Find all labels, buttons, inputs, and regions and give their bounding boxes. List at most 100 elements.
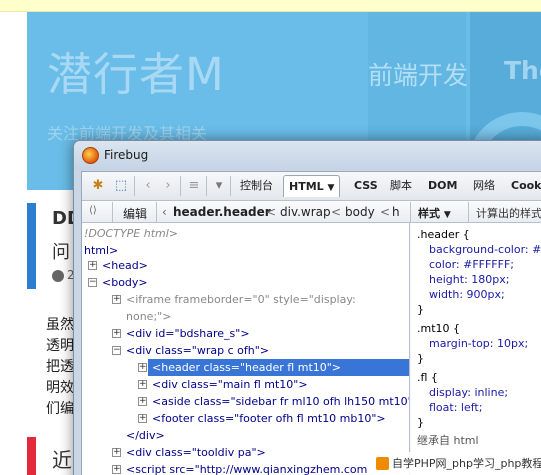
breadcrumb-item-body[interactable]: body [345,205,375,219]
site-topbar [0,0,541,12]
script-node[interactable]: <script src="http://www.qianxingzhem.com [126,461,367,475]
tab-script[interactable]: 脚本 [390,175,412,197]
collapse-twisty-icon[interactable]: − [88,278,97,287]
firebug-breadcrumb-bar: ⟨⟩ 编辑 ‹ header.header < div.wrap < body … [82,201,541,223]
div-close-tag: </div> [126,429,165,442]
css-property[interactable]: display: inline; [429,385,508,400]
accent-bar-blue [27,203,36,289]
collapse-twisty-icon[interactable]: − [112,346,121,355]
body-text-line: 透明 [46,338,74,354]
breadcrumb-separator: < [331,205,342,219]
firebug-bug-icon[interactable]: ✱ [88,177,108,195]
site-logo[interactable]: 潜行者M [47,38,225,103]
toolbar-separator [180,176,181,196]
body-node[interactable]: <body> [102,274,148,291]
tab-net[interactable]: 网络 [473,175,495,197]
toolbar-separator [156,202,157,222]
article-title-line2[interactable]: 问 [52,238,70,264]
tab-dom[interactable]: DOM [428,175,457,197]
toolbar-separator [230,176,231,196]
back-icon[interactable]: ‹ [140,177,156,195]
tab-html[interactable]: HTML ▼ [283,175,341,197]
firebug-titlebar[interactable]: Firebug [74,141,541,170]
css-property[interactable]: margin-top: 10px; [429,336,528,351]
toolbar-separator [468,202,469,222]
doctype-line: !DOCTYPE html> [84,227,179,240]
edit-button[interactable]: 编辑 [123,205,147,222]
clock-icon [52,270,64,282]
breadcrumb-item-div-wrap[interactable]: div.wrap [280,205,331,219]
tab-html-label: HTML [289,180,324,193]
main-node[interactable]: <div class="main fl mt10"> [152,376,308,393]
window-title: Firebug [104,148,149,162]
side-tab-style[interactable]: 样式 ▼ [418,205,451,221]
css-property[interactable]: float: left; [429,400,482,415]
expand-twisty-icon[interactable]: + [112,329,121,338]
css-property[interactable]: color: #FFFFFF; [429,257,514,272]
css-selector[interactable]: .fl { [417,370,438,385]
expand-twisty-icon[interactable]: + [112,295,121,304]
screenshot-root: 潜行者M 关注前端开发及其相关 前端开发 The DD 问 2 虽然 透明 把透… [0,0,541,475]
breadcrumb-item-header[interactable]: header.header [173,205,271,219]
expand-twisty-icon[interactable]: + [138,363,147,372]
style-side-panel: .header { background-color: #1 color: #F… [411,223,541,475]
iframe-node-cont: none;"> [126,310,172,323]
iframe-node[interactable]: <iframe frameborder="0" style="display: [126,291,356,308]
panel-divider [410,202,411,222]
breadcrumb-scroll-left-icon[interactable]: ‹ [162,205,167,219]
side-tab-computed[interactable]: 计算出的样式 [476,205,541,221]
css-selector[interactable]: .mt10 { [417,321,460,336]
toolbar-separator [134,176,135,196]
head-node[interactable]: <head> [102,257,148,274]
expand-twisty-icon[interactable]: + [88,261,97,270]
tab-cookies[interactable]: Cooki [511,175,541,197]
aside-node[interactable]: <aside class="sidebar fr ml10 ofh lh150 … [152,393,409,410]
expand-twisty-icon[interactable]: + [138,397,147,406]
expand-twisty-icon[interactable]: + [138,380,147,389]
firebug-panel: ✱ ⬚ ‹ › ≡ ▾ 控制台 HTML ▼ CSS 脚本 DOM 网络 Coo… [81,171,541,475]
forward-icon[interactable]: › [160,177,176,195]
nav-item-frontend[interactable]: 前端开发 [368,12,468,142]
firebug-toolbar: ✱ ⬚ ‹ › ≡ ▾ 控制台 HTML ▼ CSS 脚本 DOM 网络 Coo… [82,172,541,201]
expand-twisty-icon[interactable]: + [112,448,121,457]
css-brace: } [417,352,424,365]
expand-twisty-icon[interactable]: + [138,414,147,423]
firebug-window: Firebug ✱ ⬚ ‹ › ≡ ▾ 控制台 HTML ▼ CSS 脚本 DO… [73,140,541,475]
css-selector[interactable]: .header { [417,227,470,242]
menu-dropdown-icon[interactable]: ▾ [212,177,226,195]
breadcrumb-item-html[interactable]: h [392,205,400,219]
tab-console[interactable]: 控制台 [240,175,273,197]
css-brace: } [417,303,424,316]
body-text-line: 把透 [46,359,74,375]
watermark-text: 自学PHP网_php学习_php教程 [392,457,541,470]
chevron-down-icon: ▼ [443,210,451,220]
watermark: 自学PHP网_php学习_php教程 [374,452,541,475]
expand-twisty-icon[interactable]: + [112,465,121,474]
inherited-from-label: 继承自 html [417,434,479,447]
expand-icon[interactable]: ⟨⟩ [89,205,97,216]
side-tab-style-label: 样式 [418,207,440,220]
css-brace: } [417,416,424,429]
breadcrumb-separator: < [266,205,277,219]
footer-node[interactable]: <footer class="footer ofh fl mt10 mb10"> [152,410,386,427]
breadcrumb-separator: < [380,205,391,219]
chevron-down-icon: ▼ [327,183,335,193]
body-text-line: 明效 [46,380,74,396]
wrap-node[interactable]: <div class="wrap c ofh"> [126,342,269,359]
header-node-selected[interactable]: <header class="header fl mt10"> [148,359,409,376]
html-tree-panel: !DOCTYPE html> html> + <head> − <body> +… [82,223,410,475]
body-text-line: 们编 [46,401,74,417]
css-property[interactable]: width: 900px; [429,287,505,302]
firefox-icon [82,147,99,164]
tooldiv-node[interactable]: <div class="tooldiv pa"> [126,444,266,461]
css-property[interactable]: background-color: #1 [429,242,541,257]
body-text-line: 虽然 [46,317,74,333]
tab-css[interactable]: CSS [354,175,378,197]
css-property[interactable]: height: 180px; [429,272,509,287]
bdshare-node[interactable]: <div id="bdshare_s"> [126,325,250,342]
toolbar-separator [112,202,113,222]
inspect-icon[interactable]: ⬚ [112,177,130,195]
section-title: 近 [52,448,72,472]
list-icon[interactable]: ≡ [186,177,202,195]
watermark-logo-icon [376,457,389,470]
